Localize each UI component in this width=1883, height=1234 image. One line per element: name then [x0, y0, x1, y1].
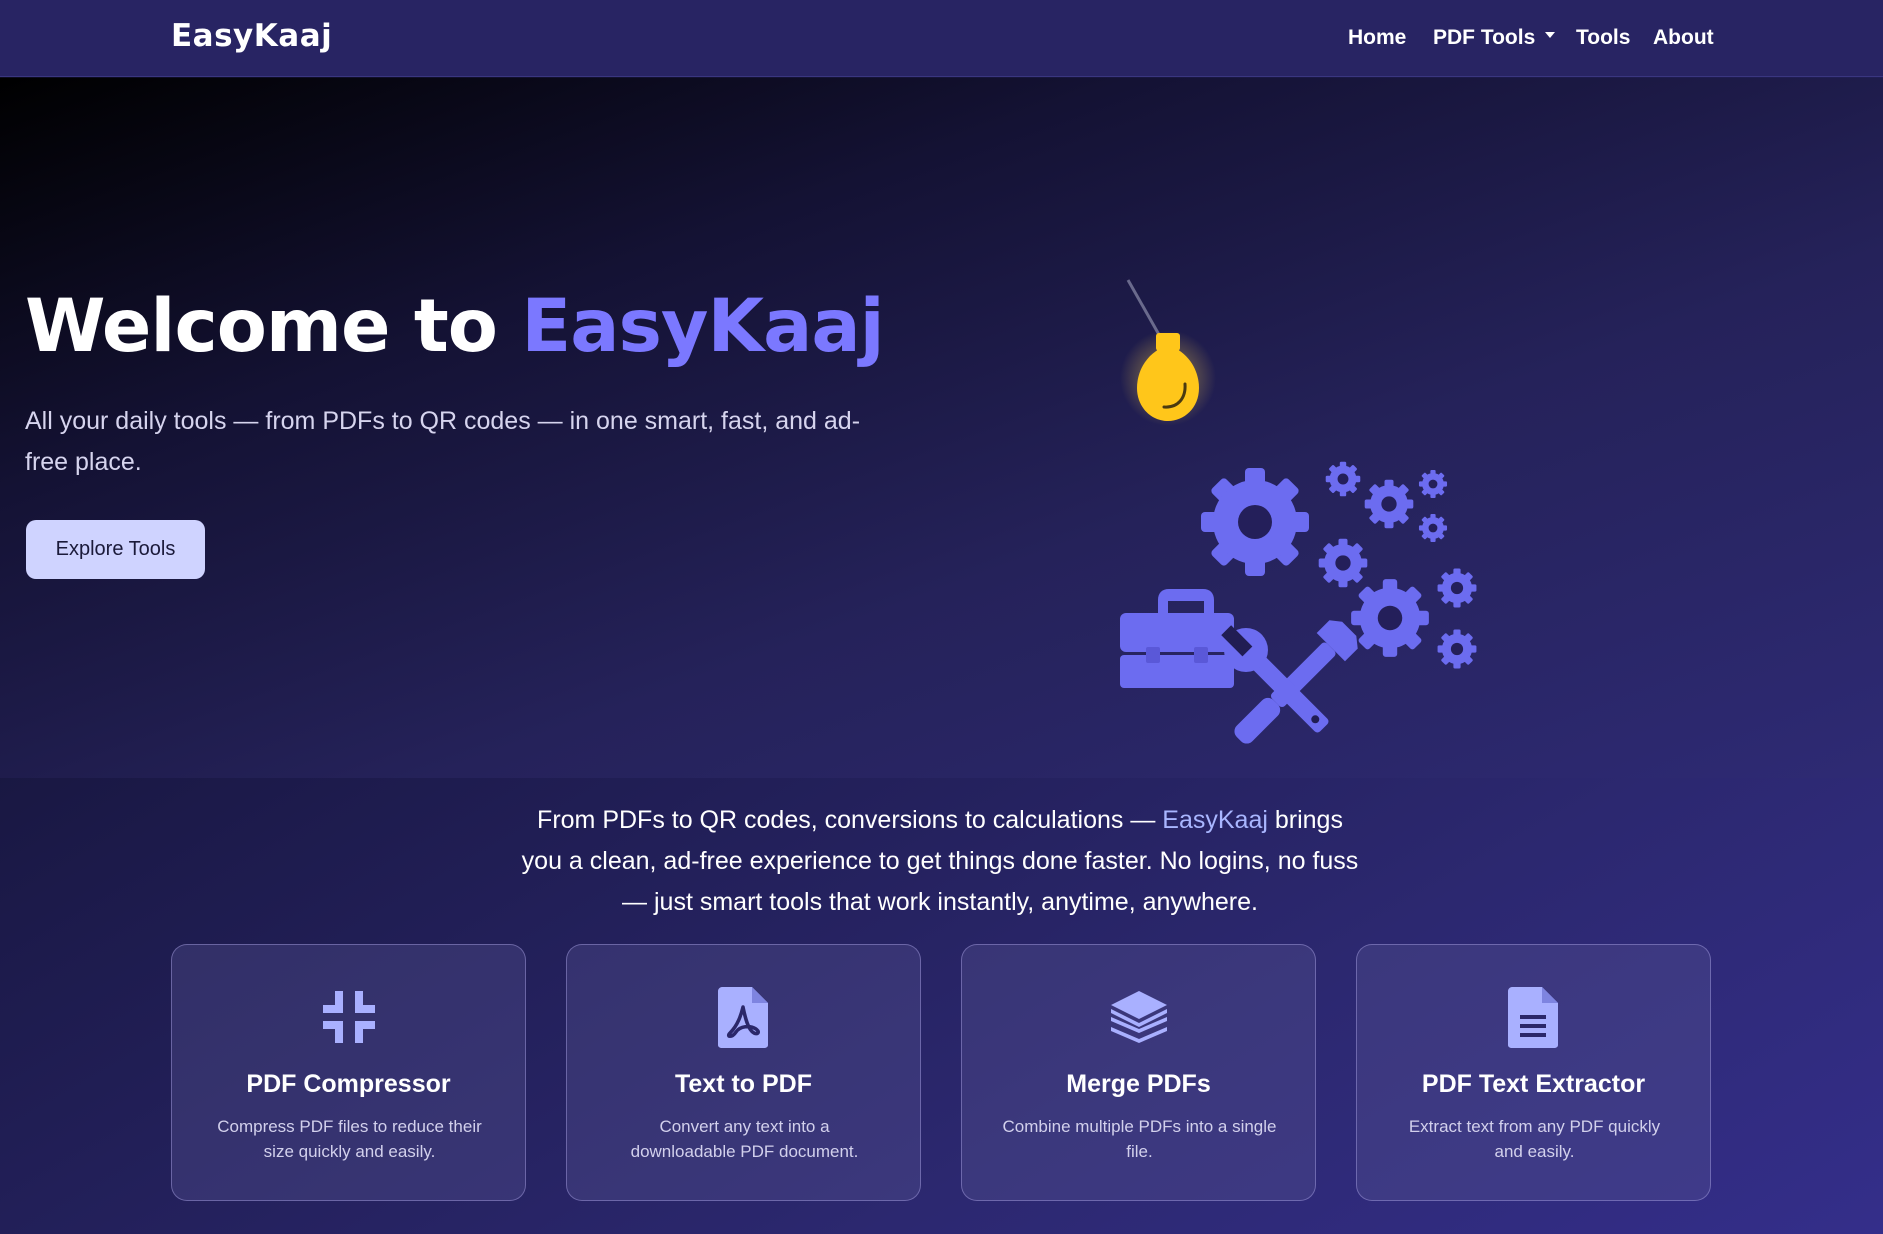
compress-icon	[323, 991, 375, 1043]
card-description: Convert any text into a downloadable PDF…	[630, 1117, 859, 1161]
nav-pdf-tools-label: PDF Tools	[1433, 26, 1536, 49]
hero-title: Welcome to EasyKaaj	[25, 284, 885, 369]
tool-card-pdf-compressor[interactable]: PDF Compressor Compress PDF files to red…	[171, 944, 526, 1201]
nav-about-link[interactable]: About	[1653, 26, 1714, 50]
card-title: PDF Text Extractor	[1421, 1070, 1646, 1098]
pdf-file-icon	[718, 987, 768, 1048]
card-title: Text to PDF	[674, 1070, 813, 1098]
tools-illustration	[1120, 279, 1477, 744]
page: EasyKaaj Home PDF Tools Tools About Welc…	[0, 0, 1883, 1234]
caret-down-icon	[1545, 32, 1556, 39]
tool-card-pdf-text-extractor[interactable]: PDF Text Extractor Extract text from any…	[1356, 944, 1711, 1201]
lightbulb-icon	[1120, 279, 1216, 426]
hero-title-prefix: Welcome to	[25, 284, 498, 369]
hero-title-accent: EasyKaaj	[521, 284, 884, 369]
tool-card-text-to-pdf[interactable]: Text to PDF Convert any text into a down…	[566, 944, 921, 1201]
card-description: Compress PDF files to reduce their size …	[217, 1117, 482, 1161]
nav-home-link[interactable]: Home	[1348, 26, 1406, 50]
layers-icon	[1111, 991, 1167, 1043]
nav-pdf-tools-dropdown[interactable]: PDF Tools	[1433, 26, 1556, 50]
tool-card-merge-pdfs[interactable]: Merge PDFs Combine multiple PDFs into a …	[961, 944, 1316, 1201]
navbar: EasyKaaj Home PDF Tools Tools About	[0, 0, 1883, 77]
intro-brand: EasyKaaj	[1162, 806, 1268, 834]
intro-text-before: From PDFs to QR codes, conversions to ca…	[537, 806, 1163, 834]
explore-tools-button[interactable]: Explore Tools	[26, 520, 205, 579]
file-text-icon	[1508, 987, 1558, 1048]
hero-section: Welcome to EasyKaaj All your daily tools…	[0, 78, 1883, 778]
hero-subtitle: All your daily tools — from PDFs to QR c…	[25, 407, 861, 476]
nav-links: Home PDF Tools Tools About	[0, 26, 1883, 56]
card-description: Combine multiple PDFs into a single file…	[1002, 1117, 1277, 1161]
card-description: Extract text from any PDF quickly and ea…	[1408, 1117, 1661, 1161]
toolbox-icon	[1120, 589, 1234, 688]
card-title: Merge PDFs	[1066, 1070, 1211, 1098]
nav-tools-link[interactable]: Tools	[1576, 26, 1630, 50]
card-title: PDF Compressor	[246, 1070, 451, 1098]
intro-text: From PDFs to QR codes, conversions to ca…	[520, 800, 1360, 923]
